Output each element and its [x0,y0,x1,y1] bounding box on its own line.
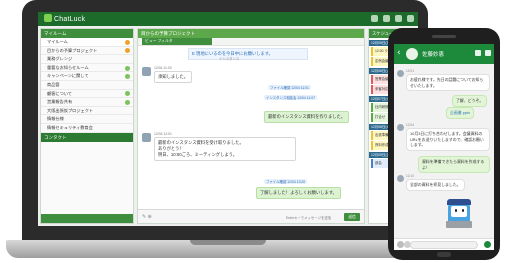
room-list: マイルーム目からの予算プロジェクト 業務グレンジ重要なお知らせルーム キャンペーンに… [41,38,133,133]
home-button[interactable] [437,252,451,257]
avatar [397,124,404,131]
back-icon[interactable]: ‹ [397,49,401,58]
file-chip[interactable]: インスタンス相談会 12/04 11:07 [264,95,319,100]
gear-icon[interactable] [407,15,414,22]
room-label: マイルーム [47,39,68,44]
app-topbar: ChatLuck [38,12,418,26]
chat-message: 資料を準備できたら資料を作成するよ！ [418,156,490,173]
plus-icon[interactable] [397,241,404,248]
sticker-image [442,197,476,233]
sidebar-room-item[interactable]: 情報仕様 [41,115,133,124]
send-icon[interactable] [484,241,491,248]
sidebar-footer [41,214,133,223]
smartphone-frame: ‹ 佐藤妙恵 12:01 お疲れ様です。先日の話題についてお知らせいたします。 … [388,28,500,260]
chat-message: 了解しました！よろしくお願いします。 [256,187,341,199]
contact-avatar[interactable] [406,48,418,60]
sidebar-room-item[interactable]: 業務グレンジ [41,55,133,64]
phone-message-input[interactable] [410,241,478,249]
sidebar-room-item[interactable]: 重要なお知らせルーム [41,64,133,73]
sidebar-room-item[interactable]: マイルーム [41,38,133,47]
room-label: 商品管 [47,81,60,87]
chat-view-tab[interactable]: ビュー フィルタ [142,38,212,45]
send-button[interactable]: 送信 [344,213,360,221]
sidebar-room-item[interactable]: 情報セキュリティ教育会 [41,124,133,133]
pinned-notice[interactable]: E 現地にいるのを今日中にお願いします。 インスタンス [188,48,308,61]
phone-input-bar [394,238,494,250]
chat-message: 全部の資料を拝見しました。 [406,179,465,191]
sidebar-room-item[interactable]: 顧客について [41,90,133,99]
logo-icon [44,14,52,22]
chat-message: 承知しました。 [154,71,193,83]
pinned-sub: インスタンス [219,57,240,61]
menu-icon[interactable] [485,50,491,56]
contact-header[interactable]: コンタクト [41,132,133,142]
chat-message: 10月3日に打ち合わせします。会議資料のURLをお送りいたしますので、確認お願い… [406,128,490,151]
unread-badge [125,91,130,97]
phone-call-icon[interactable] [475,50,481,56]
app-name: ChatLuck [54,16,86,23]
room-label: 営業報告共有 [47,99,73,105]
sidebar-header[interactable]: マイルーム [41,29,133,38]
message-time: 12:04 [406,123,414,127]
room-sidebar: マイルーム マイルーム目からの予算プロジェクト 業務グレンジ重要なお知らせルームキ… [40,28,134,224]
phone-chat-header: ‹ 佐藤妙恵 [394,44,494,64]
laptop-screen: ChatLuck マイルーム マイルーム 目からの予算プロジェクト 業務グレンジ 重要… [38,12,418,226]
chat-message: お疲れ様です。先日の話題についてお知らせいたします。 [406,74,490,91]
unread-badge [125,65,130,71]
room-label: 目からの予算プロジェクト [47,47,98,53]
file-chip[interactable]: ファイル確認 12/04 13:20 [264,179,309,184]
app-logo: ChatLuck [44,14,85,23]
unread-badge [125,99,130,105]
avatar [397,175,404,182]
chat-panel: 目からの予算プロジェクト ビュー フィルタ E 現地にいるのを今日中にお願いしま… [137,28,365,224]
user-icon[interactable] [395,15,402,22]
sidebar-room-item[interactable]: キャンペーンに関して [41,72,133,81]
message-line: 明日、10:00ごろ、ミーティングしよう。 [158,152,237,157]
room-label: キャンペーンに関して [47,73,89,79]
laptop-notch [190,240,266,245]
bell-icon[interactable] [383,15,390,22]
sidebar-room-item[interactable]: 目からの予算プロジェクト [41,47,133,56]
message-time: 12/04 12:01 [154,132,172,136]
unread-badge [125,39,130,45]
avatar[interactable] [142,67,151,76]
paperclip-icon[interactable]: ✎ ⊕ [142,214,152,220]
file-chip[interactable]: ファイル確認 12/04 11:01 [268,85,313,90]
contact-name: 佐藤妙恵 [422,52,445,58]
avatar[interactable] [142,133,151,142]
sidebar-room-item[interactable]: 営業報告共有 [41,98,133,107]
avatar [397,70,404,77]
message-time: 12:01 [406,69,414,73]
chat-message: 了解、どうぞ。 [452,95,488,107]
phone-speaker [432,35,456,38]
room-label: 情報仕様 [47,116,64,122]
chat-message: 最新のインスタンス資料を受け取りました。 ありがとう！ 明日、10:00ごろ、ミ… [154,137,296,161]
sidebar-room-item[interactable]: 大阪出張仮プロジェクト [41,107,133,116]
message-input-area[interactable]: ✎ ⊕ Enterキーでメッセージを送信 送信 [138,209,364,223]
unread-badge [125,74,130,80]
phone-header-icons [475,50,491,56]
room-label: 情報セキュリティ教育会 [47,124,93,130]
chat-title: 目からの予算プロジェクト [138,29,364,38]
unread-badge [125,48,130,54]
file-link[interactable]: 企画書.pptx [446,107,475,119]
enter-send-option[interactable]: Enterキーでメッセージを送信 [286,215,331,220]
message-time: 12/04 11:03 [154,66,172,70]
room-label: 業務グレンジ [47,56,73,62]
room-label: 大阪出張仮プロジェクト [47,107,94,113]
phone-screen: ‹ 佐藤妙恵 12:01 お疲れ様です。先日の話題についてお知らせいたします。 … [394,44,494,250]
room-label: 顧客について [47,90,72,96]
message-time: 12:10 [406,174,414,178]
room-label: 重要なお知らせルーム [47,64,89,70]
topbar-icons [371,15,414,22]
chat-message: 最新のインスタンス資料を作りました。 [264,111,350,123]
sidebar-room-item[interactable]: 商品管 [41,81,133,90]
search-icon[interactable] [371,15,378,22]
